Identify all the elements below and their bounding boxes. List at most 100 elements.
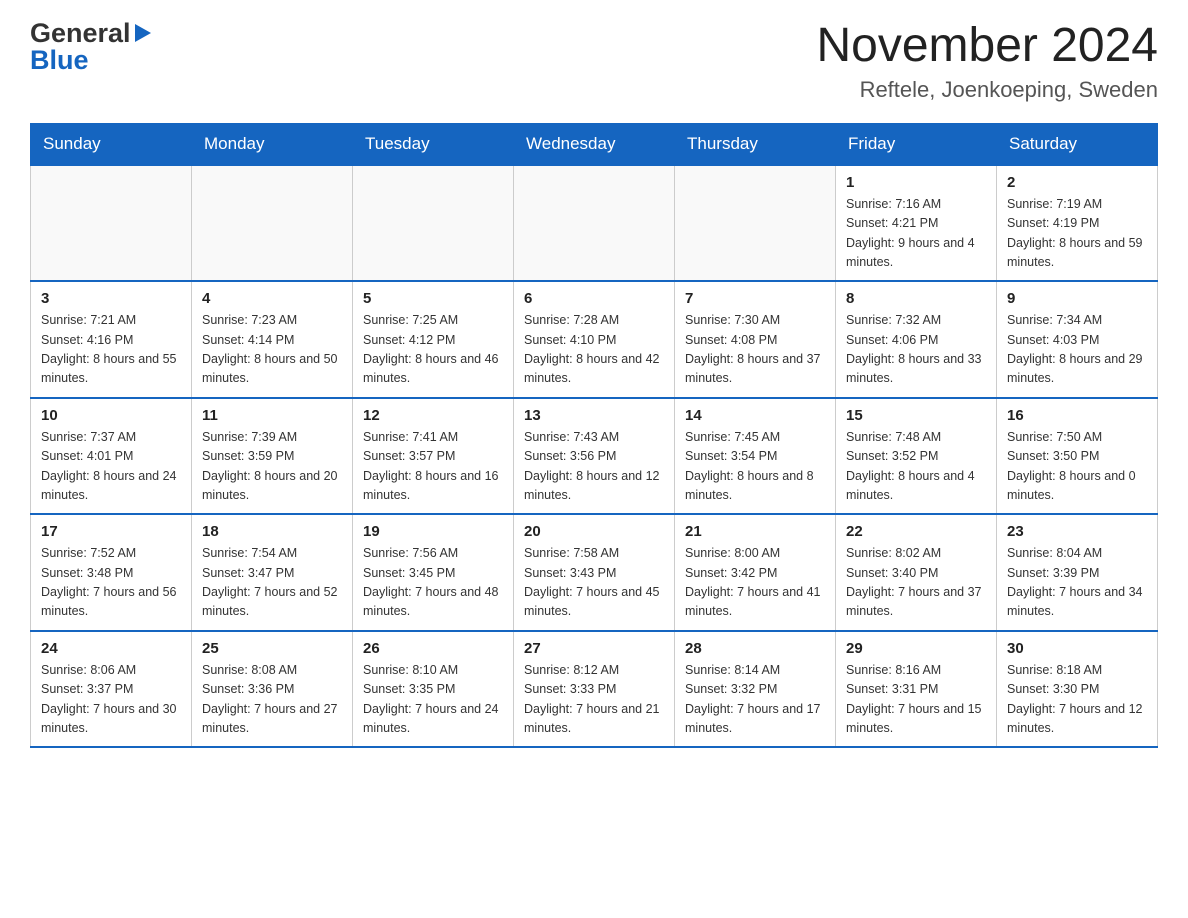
- day-number: 28: [685, 640, 825, 657]
- day-number: 18: [202, 523, 342, 540]
- day-number: 9: [1007, 290, 1147, 307]
- day-info: Sunrise: 7:39 AM Sunset: 3:59 PM Dayligh…: [202, 428, 342, 506]
- day-info: Sunrise: 7:56 AM Sunset: 3:45 PM Dayligh…: [363, 544, 503, 622]
- calendar-day: 9 Sunrise: 7:34 AM Sunset: 4:03 PM Daylig…: [997, 281, 1158, 398]
- day-info: Sunrise: 8:12 AM Sunset: 3:33 PM Dayligh…: [524, 661, 664, 739]
- weekday-header-wednesday: Wednesday: [514, 123, 675, 165]
- logo-general-text: General: [30, 20, 131, 47]
- day-info: Sunrise: 7:19 AM Sunset: 4:19 PM Dayligh…: [1007, 195, 1147, 273]
- day-number: 1: [846, 174, 986, 191]
- day-number: 10: [41, 407, 181, 424]
- title-section: November 2024 Reftele, Joenkoeping, Swed…: [816, 20, 1158, 103]
- weekday-header-saturday: Saturday: [997, 123, 1158, 165]
- day-number: 12: [363, 407, 503, 424]
- calendar-day: 29 Sunrise: 8:16 AM Sunset: 3:31 PM Dayli…: [836, 631, 997, 748]
- calendar-day: [675, 165, 836, 282]
- calendar-day: 22 Sunrise: 8:02 AM Sunset: 3:40 PM Dayli…: [836, 514, 997, 631]
- calendar-day: 26Sunrise: 8:10 AM Sunset: 3:35 PM Dayli…: [353, 631, 514, 748]
- day-number: 21: [685, 523, 825, 540]
- day-info: Sunrise: 7:37 AM Sunset: 4:01 PM Dayligh…: [41, 428, 181, 506]
- day-info: Sunrise: 7:52 AM Sunset: 3:48 PM Dayligh…: [41, 544, 181, 622]
- day-info: Sunrise: 8:06 AM Sunset: 3:37 PM Dayligh…: [41, 661, 181, 739]
- logo-blue-text: Blue: [30, 45, 89, 75]
- calendar-day: [353, 165, 514, 282]
- weekday-header-monday: Monday: [192, 123, 353, 165]
- day-info: Sunrise: 8:04 AM Sunset: 3:39 PM Dayligh…: [1007, 544, 1147, 622]
- day-number: 2: [1007, 174, 1147, 191]
- calendar-day: 16Sunrise: 7:50 AM Sunset: 3:50 PM Dayli…: [997, 398, 1158, 515]
- weekday-header-tuesday: Tuesday: [353, 123, 514, 165]
- day-number: 7: [685, 290, 825, 307]
- calendar-day: 1 Sunrise: 7:16 AM Sunset: 4:21 PM Daylig…: [836, 165, 997, 282]
- calendar-day: 30 Sunrise: 8:18 AM Sunset: 3:30 PM Dayli…: [997, 631, 1158, 748]
- day-info: Sunrise: 7:48 AM Sunset: 3:52 PM Dayligh…: [846, 428, 986, 506]
- day-info: Sunrise: 7:21 AM Sunset: 4:16 PM Dayligh…: [41, 311, 181, 389]
- calendar-day: 4 Sunrise: 7:23 AM Sunset: 4:14 PM Daylig…: [192, 281, 353, 398]
- calendar-day: 6Sunrise: 7:28 AM Sunset: 4:10 PM Daylig…: [514, 281, 675, 398]
- calendar-day: [192, 165, 353, 282]
- day-number: 27: [524, 640, 664, 657]
- day-info: Sunrise: 7:50 AM Sunset: 3:50 PM Dayligh…: [1007, 428, 1147, 506]
- day-info: Sunrise: 8:16 AM Sunset: 3:31 PM Dayligh…: [846, 661, 986, 739]
- day-info: Sunrise: 8:08 AM Sunset: 3:36 PM Dayligh…: [202, 661, 342, 739]
- calendar-day: 15 Sunrise: 7:48 AM Sunset: 3:52 PM Dayli…: [836, 398, 997, 515]
- location-title: Reftele, Joenkoeping, Sweden: [816, 77, 1158, 103]
- calendar-day: 7 Sunrise: 7:30 AM Sunset: 4:08 PM Daylig…: [675, 281, 836, 398]
- day-info: Sunrise: 8:00 AM Sunset: 3:42 PM Dayligh…: [685, 544, 825, 622]
- calendar-day: 17 Sunrise: 7:52 AM Sunset: 3:48 PM Dayli…: [31, 514, 192, 631]
- calendar-day: 5 Sunrise: 7:25 AM Sunset: 4:12 PM Daylig…: [353, 281, 514, 398]
- calendar-table: SundayMondayTuesdayWednesdayThursdayFrid…: [30, 123, 1158, 749]
- calendar-day: 13Sunrise: 7:43 AM Sunset: 3:56 PM Dayli…: [514, 398, 675, 515]
- day-number: 23: [1007, 523, 1147, 540]
- day-info: Sunrise: 7:28 AM Sunset: 4:10 PM Dayligh…: [524, 311, 664, 389]
- day-info: Sunrise: 7:25 AM Sunset: 4:12 PM Dayligh…: [363, 311, 503, 389]
- calendar-week-2: 3Sunrise: 7:21 AM Sunset: 4:16 PM Daylig…: [31, 281, 1158, 398]
- day-info: Sunrise: 7:54 AM Sunset: 3:47 PM Dayligh…: [202, 544, 342, 622]
- calendar-day: 14 Sunrise: 7:45 AM Sunset: 3:54 PM Dayli…: [675, 398, 836, 515]
- day-number: 15: [846, 407, 986, 424]
- calendar-day: 23 Sunrise: 8:04 AM Sunset: 3:39 PM Dayli…: [997, 514, 1158, 631]
- day-info: Sunrise: 7:45 AM Sunset: 3:54 PM Dayligh…: [685, 428, 825, 506]
- calendar-week-4: 17 Sunrise: 7:52 AM Sunset: 3:48 PM Dayli…: [31, 514, 1158, 631]
- day-info: Sunrise: 8:14 AM Sunset: 3:32 PM Dayligh…: [685, 661, 825, 739]
- day-info: Sunrise: 7:16 AM Sunset: 4:21 PM Dayligh…: [846, 195, 986, 273]
- calendar-week-5: 24 Sunrise: 8:06 AM Sunset: 3:37 PM Dayli…: [31, 631, 1158, 748]
- calendar-week-1: 1 Sunrise: 7:16 AM Sunset: 4:21 PM Daylig…: [31, 165, 1158, 282]
- day-number: 11: [202, 407, 342, 424]
- day-info: Sunrise: 7:30 AM Sunset: 4:08 PM Dayligh…: [685, 311, 825, 389]
- day-number: 17: [41, 523, 181, 540]
- day-info: Sunrise: 7:32 AM Sunset: 4:06 PM Dayligh…: [846, 311, 986, 389]
- calendar-day: 21 Sunrise: 8:00 AM Sunset: 3:42 PM Dayli…: [675, 514, 836, 631]
- weekday-header-friday: Friday: [836, 123, 997, 165]
- day-info: Sunrise: 8:02 AM Sunset: 3:40 PM Dayligh…: [846, 544, 986, 622]
- calendar-day: 8Sunrise: 7:32 AM Sunset: 4:06 PM Daylig…: [836, 281, 997, 398]
- day-number: 24: [41, 640, 181, 657]
- day-number: 4: [202, 290, 342, 307]
- day-info: Sunrise: 7:23 AM Sunset: 4:14 PM Dayligh…: [202, 311, 342, 389]
- day-info: Sunrise: 7:34 AM Sunset: 4:03 PM Dayligh…: [1007, 311, 1147, 389]
- calendar-day: 12 Sunrise: 7:41 AM Sunset: 3:57 PM Dayli…: [353, 398, 514, 515]
- calendar-day: 24 Sunrise: 8:06 AM Sunset: 3:37 PM Dayli…: [31, 631, 192, 748]
- calendar-week-3: 10 Sunrise: 7:37 AM Sunset: 4:01 PM Dayli…: [31, 398, 1158, 515]
- day-number: 19: [363, 523, 503, 540]
- calendar-day: 28 Sunrise: 8:14 AM Sunset: 3:32 PM Dayli…: [675, 631, 836, 748]
- logo: General Blue: [30, 20, 151, 74]
- calendar-day: 27 Sunrise: 8:12 AM Sunset: 3:33 PM Dayli…: [514, 631, 675, 748]
- weekday-header-thursday: Thursday: [675, 123, 836, 165]
- calendar-day: 3Sunrise: 7:21 AM Sunset: 4:16 PM Daylig…: [31, 281, 192, 398]
- day-number: 14: [685, 407, 825, 424]
- day-number: 22: [846, 523, 986, 540]
- day-number: 26: [363, 640, 503, 657]
- day-number: 20: [524, 523, 664, 540]
- weekday-header-sunday: Sunday: [31, 123, 192, 165]
- day-info: Sunrise: 8:18 AM Sunset: 3:30 PM Dayligh…: [1007, 661, 1147, 739]
- calendar-day: 18 Sunrise: 7:54 AM Sunset: 3:47 PM Dayli…: [192, 514, 353, 631]
- day-number: 29: [846, 640, 986, 657]
- logo-arrow-icon: [135, 24, 151, 42]
- day-number: 30: [1007, 640, 1147, 657]
- month-title: November 2024: [816, 20, 1158, 73]
- day-number: 5: [363, 290, 503, 307]
- day-info: Sunrise: 7:41 AM Sunset: 3:57 PM Dayligh…: [363, 428, 503, 506]
- calendar-day: 25Sunrise: 8:08 AM Sunset: 3:36 PM Dayli…: [192, 631, 353, 748]
- day-number: 13: [524, 407, 664, 424]
